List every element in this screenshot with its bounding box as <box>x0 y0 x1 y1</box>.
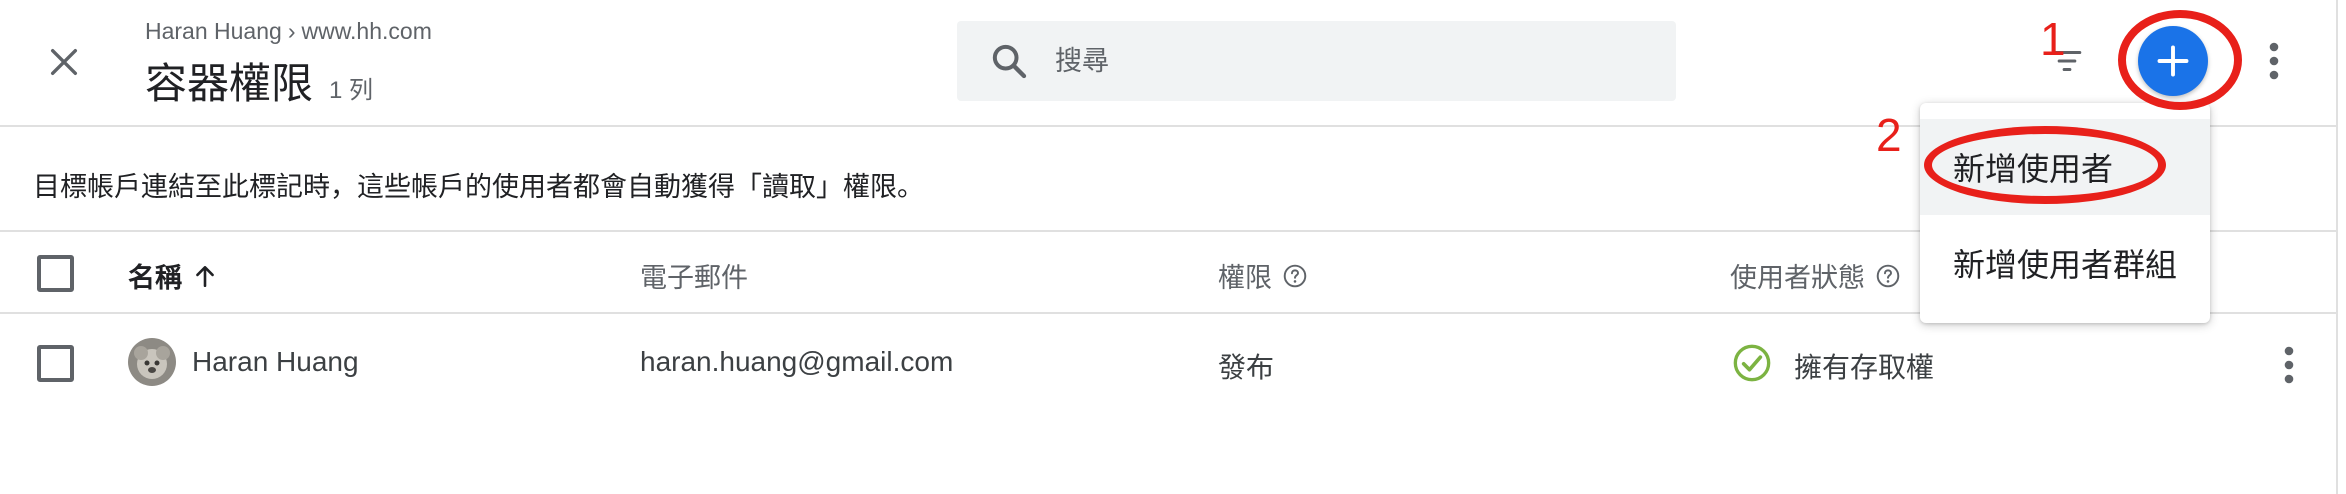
close-button[interactable] <box>34 32 94 92</box>
avatar <box>128 338 176 386</box>
column-user-status-label: 使用者狀態 <box>1730 263 1865 293</box>
more-vert-icon <box>2269 42 2279 80</box>
menu-item-add-user-group[interactable]: 新增使用者群組 <box>1920 215 2210 311</box>
page-title: 容器權限 <box>145 60 314 107</box>
check-circle-icon <box>1733 344 1771 382</box>
column-user-status[interactable]: 使用者狀態 <box>1730 256 1901 295</box>
column-name-label: 名稱 <box>128 263 182 293</box>
user-name: Haran Huang <box>192 346 359 377</box>
more-vert-icon <box>2284 346 2294 384</box>
info-text: 目標帳戶連結至此標記時，這些帳戶的使用者都會自動獲得「讀取」權限。 <box>33 172 924 202</box>
arrow-up-icon <box>196 265 214 287</box>
close-icon <box>50 48 78 76</box>
title-row: 容器權限 1 列 <box>145 50 373 111</box>
row-count: 1 列 <box>329 77 374 104</box>
breadcrumb-user[interactable]: Haran Huang <box>145 18 282 45</box>
panel-edge <box>2336 0 2338 494</box>
more-options-button[interactable] <box>2254 36 2294 86</box>
column-permission-label: 權限 <box>1218 263 1272 293</box>
user-email: haran.huang@gmail.com <box>640 346 954 377</box>
breadcrumb-site[interactable]: www.hh.com <box>301 18 431 45</box>
help-circle-icon[interactable] <box>1282 263 1308 289</box>
search-icon <box>987 39 1031 83</box>
annotation-circle-add-user <box>1924 126 2166 204</box>
user-status: 擁有存取權 <box>1794 352 1935 383</box>
search-box[interactable] <box>957 21 1676 101</box>
column-email-label: 電子郵件 <box>640 263 748 293</box>
column-name[interactable]: 名稱 <box>128 256 218 295</box>
user-permission: 發布 <box>1218 352 1275 383</box>
annotation-step-1: 1 <box>2040 13 2066 65</box>
help-circle-icon[interactable] <box>1875 263 1901 289</box>
row-more-button[interactable] <box>2272 340 2306 390</box>
column-permission[interactable]: 權限 <box>1218 256 1308 295</box>
menu-item-add-user-group-label: 新增使用者群組 <box>1953 247 2178 283</box>
table-row[interactable]: Haran Huang haran.huang@gmail.com 發布 擁有存… <box>0 316 2336 412</box>
breadcrumb: Haran Huang › www.hh.com <box>145 18 432 45</box>
annotation-circle-add <box>2118 10 2242 110</box>
annotation-step-2: 2 <box>1876 109 1902 161</box>
select-all-checkbox[interactable] <box>37 255 74 292</box>
row-checkbox[interactable] <box>37 345 74 382</box>
search-input[interactable] <box>1055 45 1615 77</box>
breadcrumb-separator: › <box>287 18 296 44</box>
column-email[interactable]: 電子郵件 <box>640 256 748 295</box>
